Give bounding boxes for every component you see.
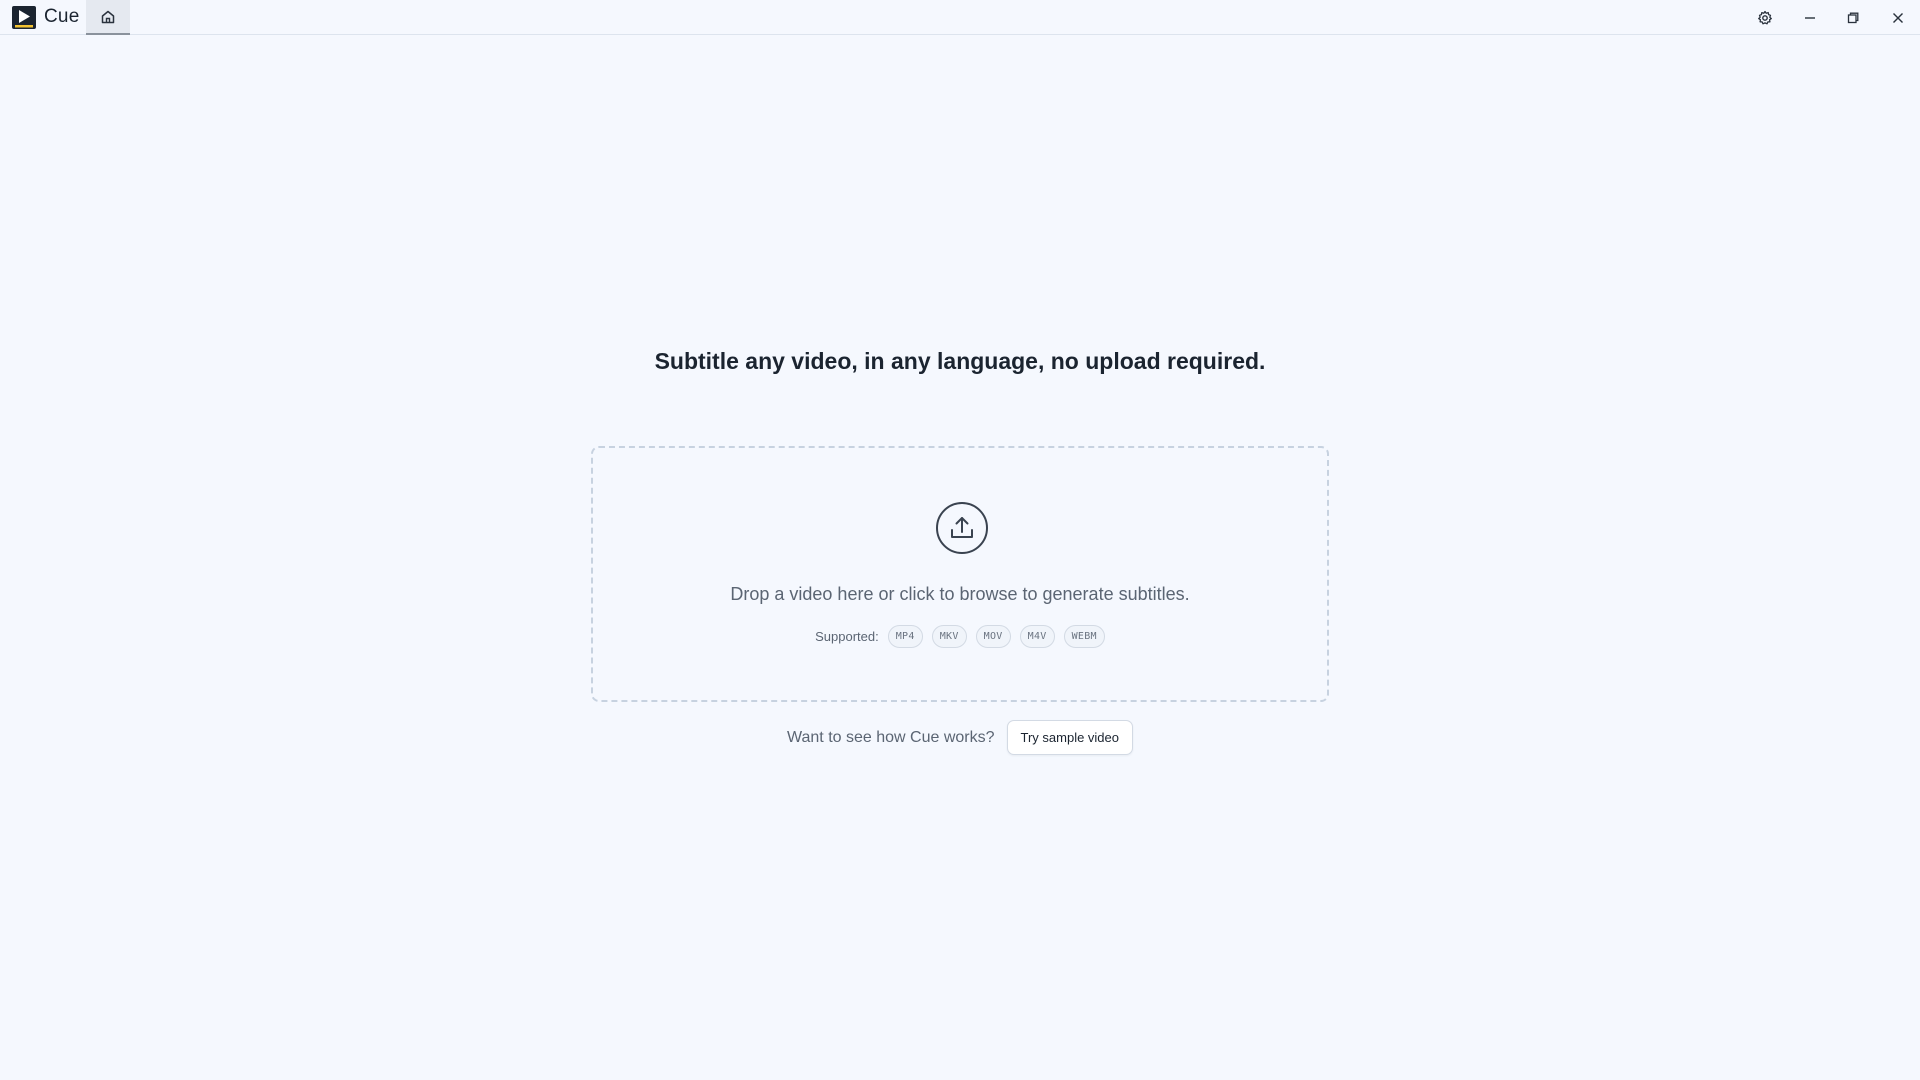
title-bar: Cue xyxy=(0,0,1920,35)
play-logo-icon xyxy=(12,6,36,29)
minimize-icon xyxy=(1805,16,1815,19)
format-chip-m4v: M4V xyxy=(1019,625,1055,648)
restore-button[interactable] xyxy=(1831,0,1875,35)
app-name: Cue xyxy=(44,6,80,27)
dropzone-instructions: Drop a video here or click to browse to … xyxy=(730,584,1190,604)
sample-prompt: Want to see how Cue works? xyxy=(787,728,995,746)
close-icon xyxy=(1893,12,1903,23)
format-chip-mkv: MKV xyxy=(931,625,967,648)
gear-icon xyxy=(1758,10,1772,24)
sample-video-row: Want to see how Cue works? Try sample vi… xyxy=(0,720,1920,755)
home-icon xyxy=(101,10,115,23)
upload-icon xyxy=(936,502,988,554)
supported-formats: Supported: MP4 MKV MOV M4V WEBM xyxy=(593,625,1327,648)
home-tab[interactable] xyxy=(86,0,130,35)
supported-label: Supported: xyxy=(815,629,879,644)
restore-icon xyxy=(1847,12,1859,23)
video-dropzone[interactable]: Drop a video here or click to browse to … xyxy=(591,446,1329,702)
format-chip-mp4: MP4 xyxy=(887,625,923,648)
settings-button[interactable] xyxy=(1743,0,1787,35)
try-sample-video-button[interactable]: Try sample video xyxy=(1006,720,1133,755)
minimize-button[interactable] xyxy=(1788,0,1832,35)
page-headline: Subtitle any video, in any language, no … xyxy=(654,348,1266,374)
format-chip-webm: WEBM xyxy=(1063,625,1105,648)
close-button[interactable] xyxy=(1876,0,1920,35)
format-chip-mov: MOV xyxy=(975,625,1011,648)
